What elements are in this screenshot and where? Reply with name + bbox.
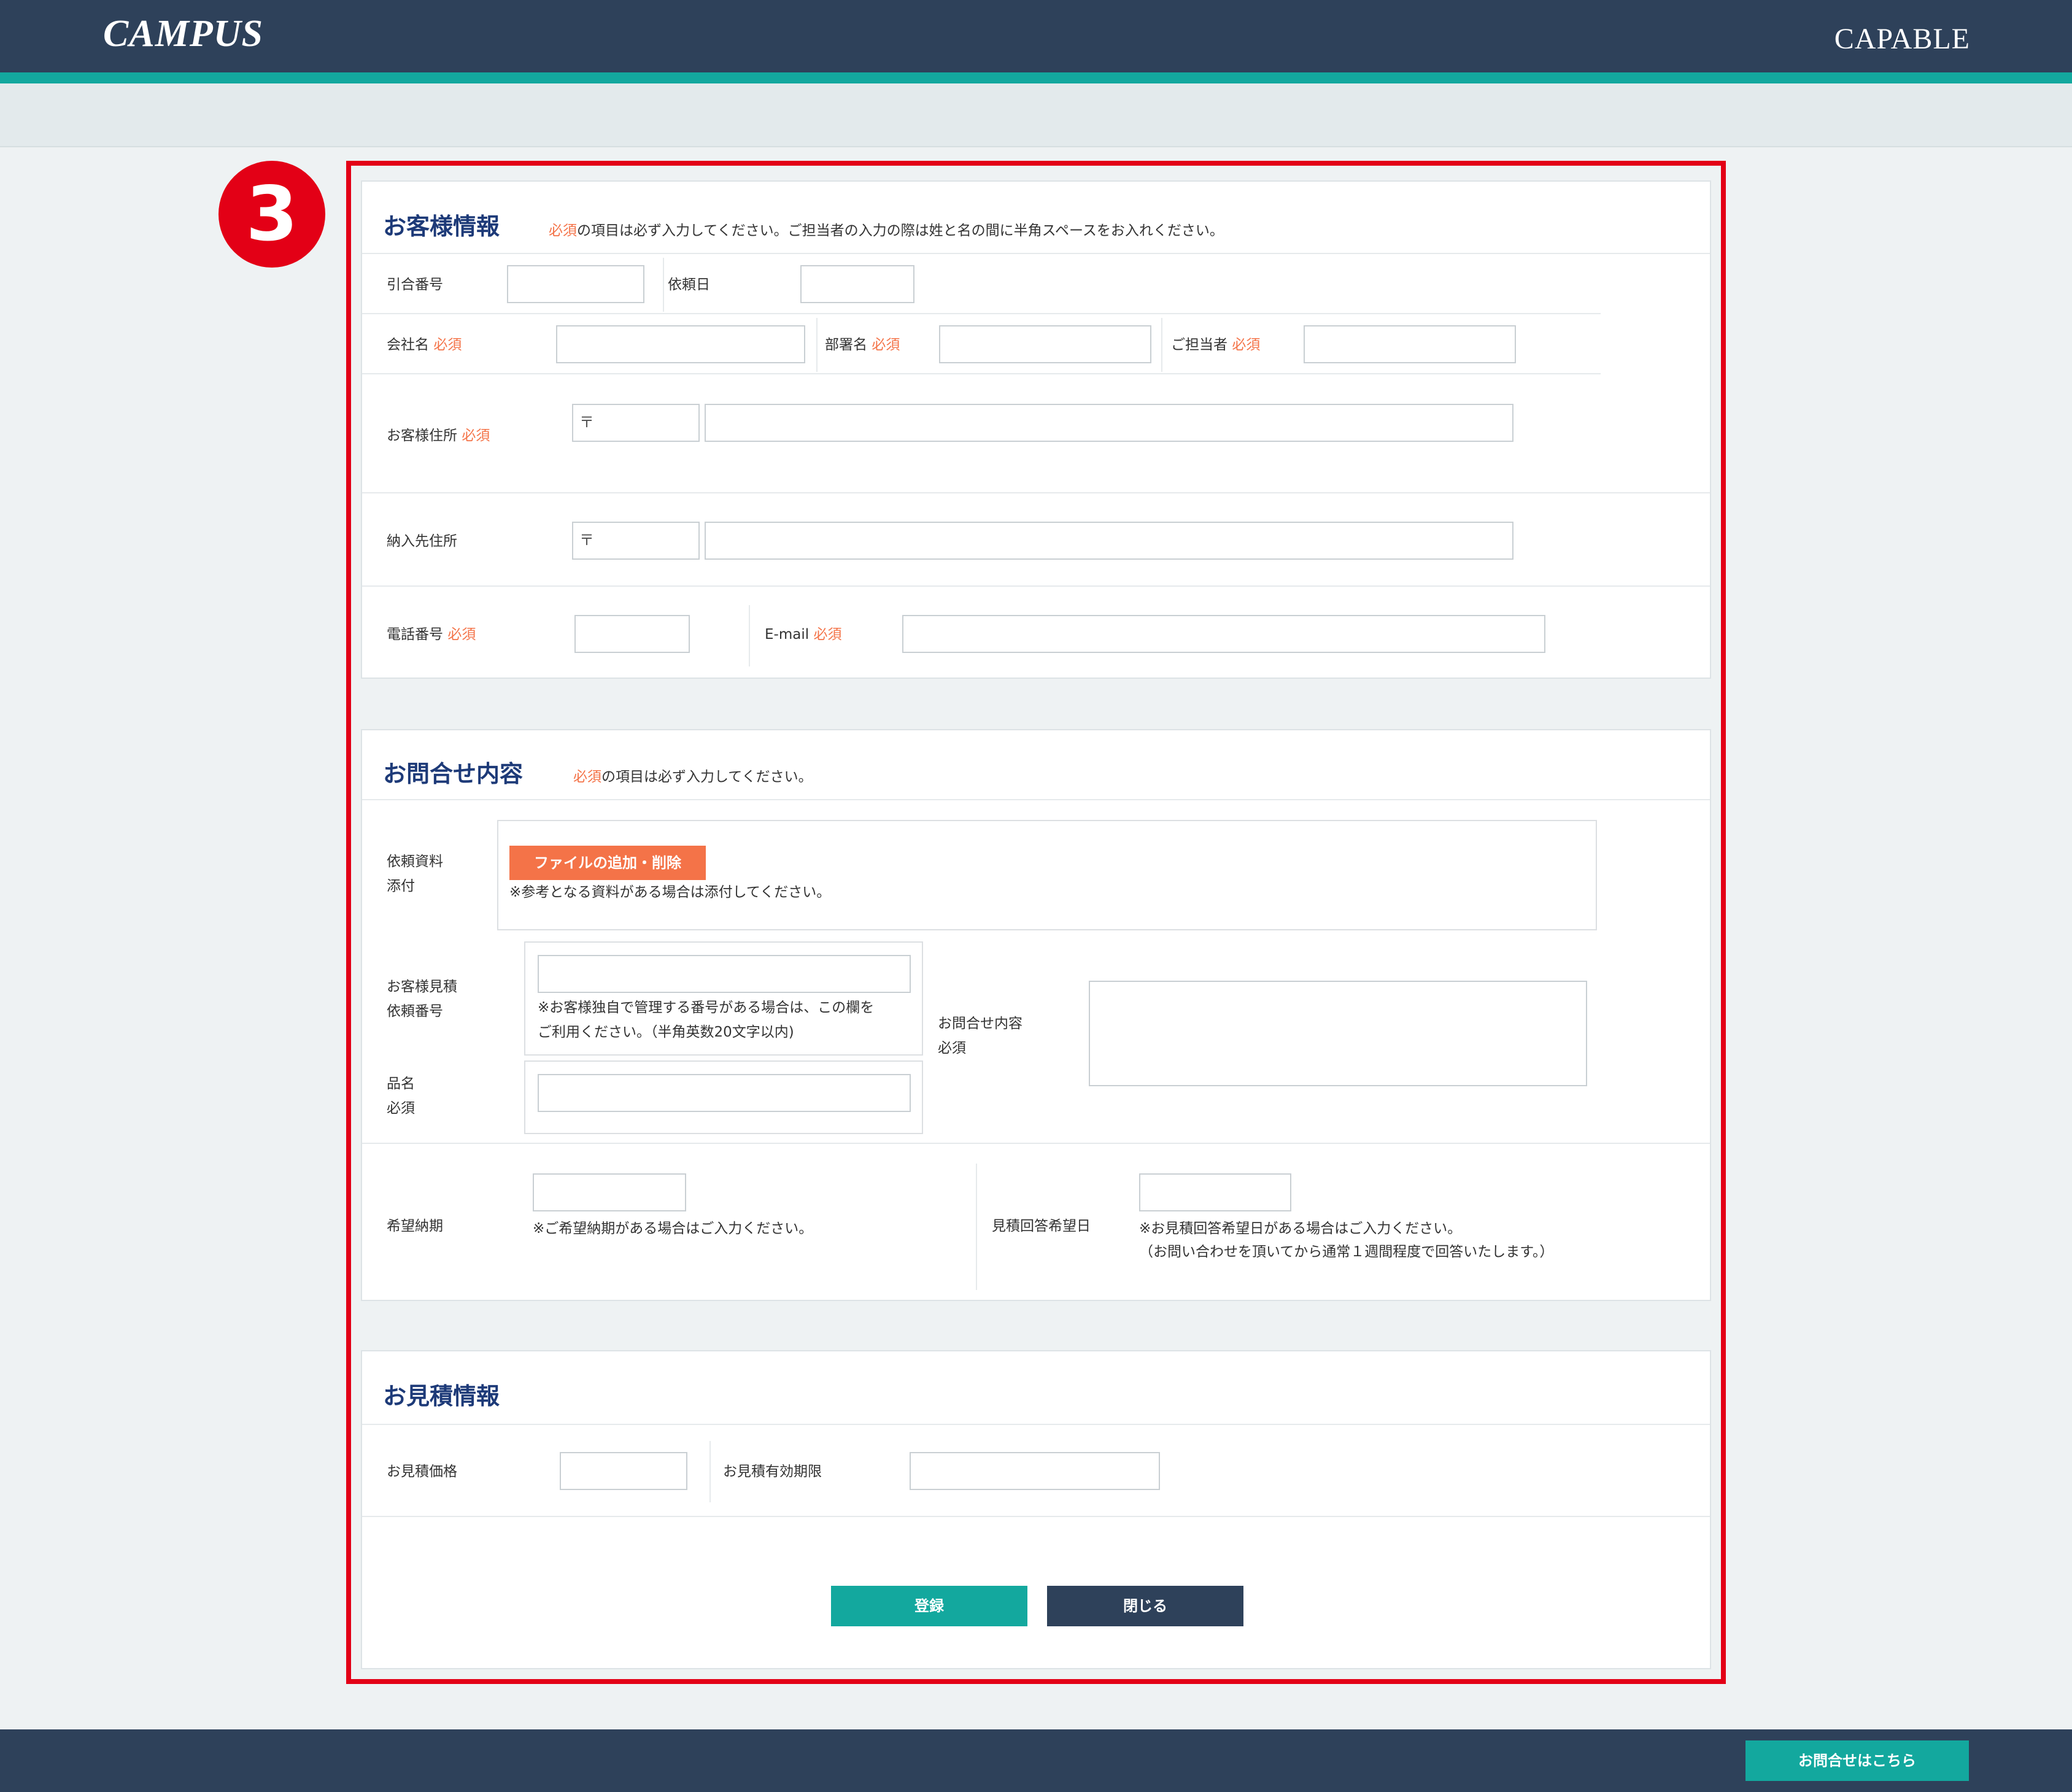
content-textarea[interactable]	[1089, 981, 1587, 1086]
quote-price-input[interactable]	[560, 1452, 687, 1490]
divider	[362, 1516, 1710, 1517]
divider	[362, 585, 1710, 587]
required-mark: 必須	[549, 223, 577, 239]
inquiry-title: お問合せ内容	[383, 760, 524, 787]
address-label: お客様住所 必須	[387, 428, 490, 444]
ref-no-input[interactable]	[507, 265, 644, 303]
header-accent-line	[0, 72, 2072, 83]
reply-note-1: ※お見積回答希望日がある場合はご入力ください。	[1139, 1221, 1462, 1237]
capable-logo[interactable]: CAPABLE	[1834, 22, 1970, 56]
divider	[749, 605, 750, 666]
desired-due-input[interactable]	[533, 1173, 686, 1211]
divider	[709, 1441, 711, 1502]
reply-date-input[interactable]	[1139, 1173, 1291, 1211]
note-text: の項目は必ず入力してください。	[601, 769, 813, 785]
inquiry-panel: お問合せ内容 必須の項目は必ず入力してください。 依頼資料 添付 ファイルの追加…	[361, 729, 1711, 1301]
divider	[976, 1164, 977, 1290]
required-mark: 必須	[573, 769, 601, 785]
product-label: 品名	[387, 1076, 415, 1092]
divider	[362, 799, 1710, 800]
request-date-label: 依頼日	[668, 277, 710, 293]
request-date-input[interactable]	[800, 265, 914, 303]
divider	[362, 253, 1710, 254]
estimate-no-label-2: 依頼番号	[387, 1003, 443, 1019]
quote-title: お見積情報	[383, 1383, 500, 1410]
email-input[interactable]	[902, 615, 1545, 653]
top-header	[0, 0, 2072, 72]
estimate-note-1: ※お客様独自で管理する番号がある場合は、この欄を	[538, 1000, 875, 1016]
divider	[663, 258, 664, 312]
contact-button[interactable]: お問合せはこちら	[1745, 1740, 1969, 1781]
postal-code-input[interactable]: 〒	[572, 404, 700, 442]
company-input[interactable]	[556, 325, 805, 363]
customer-info-panel: お客様情報 必須の項目は必ず入力してください。ご担当者の入力の際は姓と名の間に半…	[361, 180, 1711, 679]
estimate-no-label: お客様見積	[387, 979, 457, 995]
divider	[362, 373, 1601, 374]
attachment-label: 依頼資料	[387, 854, 443, 870]
customer-info-note: 必須の項目は必ず入力してください。ご担当者の入力の際は姓と名の間に半角スペースを…	[549, 218, 1224, 239]
divider	[362, 492, 1710, 493]
content-required: 必須	[938, 1040, 966, 1056]
address-input[interactable]	[705, 404, 1513, 442]
product-input[interactable]	[538, 1074, 911, 1112]
department-label: 部署名 必須	[825, 337, 900, 353]
due-note: ※ご希望納期がある場合はご入力ください。	[533, 1221, 813, 1237]
submit-button[interactable]: 登録	[831, 1586, 1027, 1626]
content-label: お問合せ内容	[938, 1016, 1022, 1032]
add-remove-file-button[interactable]: ファイルの追加・削除	[509, 846, 706, 880]
quote-panel: お見積情報 お見積価格 お見積有効期限 登録 閉じる	[361, 1350, 1711, 1669]
quote-expiry-label: お見積有効期限	[723, 1464, 822, 1480]
department-input[interactable]	[939, 325, 1151, 363]
divider	[816, 318, 818, 372]
delivery-postal-input[interactable]: 〒	[572, 522, 700, 560]
campus-logo[interactable]: CAMPUS	[103, 12, 263, 56]
delivery-address-input[interactable]	[705, 522, 1513, 560]
reply-note-2: （お問い合わせを頂いてから通常１週間程度で回答いたします。）	[1139, 1244, 1554, 1260]
phone-input[interactable]	[574, 615, 690, 653]
estimate-note-2: ご利用ください。（半角英数20文字以内)	[538, 1024, 794, 1040]
estimate-no-input[interactable]	[538, 955, 911, 993]
note-text: の項目は必ず入力してください。ご担当者の入力の際は姓と名の間に半角スペースをお入…	[577, 223, 1224, 239]
person-input[interactable]	[1304, 325, 1516, 363]
company-label: 会社名 必須	[387, 337, 462, 353]
divider	[362, 1424, 1710, 1425]
file-note: ※参考となる資料がある場合は添付してください。	[509, 884, 831, 900]
close-button[interactable]: 閉じる	[1047, 1586, 1243, 1626]
attachment-label-2: 添付	[387, 878, 415, 894]
phone-label: 電話番号 必須	[387, 627, 476, 643]
desired-due-label: 希望納期	[387, 1218, 443, 1234]
inquiry-note: 必須の項目は必ず入力してください。	[573, 765, 813, 786]
quote-expiry-input[interactable]	[910, 1452, 1160, 1490]
ref-no-label: 引合番号	[387, 277, 443, 293]
delivery-address-label: 納入先住所	[387, 533, 457, 549]
product-required: 必須	[387, 1100, 415, 1116]
reply-date-label: 見積回答希望日	[992, 1218, 1091, 1234]
person-label: ご担当者 必須	[1171, 337, 1261, 353]
customer-info-title: お客様情報	[383, 213, 500, 240]
sub-header-bar	[0, 83, 2072, 147]
divider	[362, 313, 1601, 314]
step-number-badge: 3	[218, 161, 325, 268]
quote-price-label: お見積価格	[387, 1464, 457, 1480]
divider	[1161, 318, 1162, 372]
divider	[362, 1143, 1710, 1144]
email-label: E-mail 必須	[765, 627, 842, 643]
